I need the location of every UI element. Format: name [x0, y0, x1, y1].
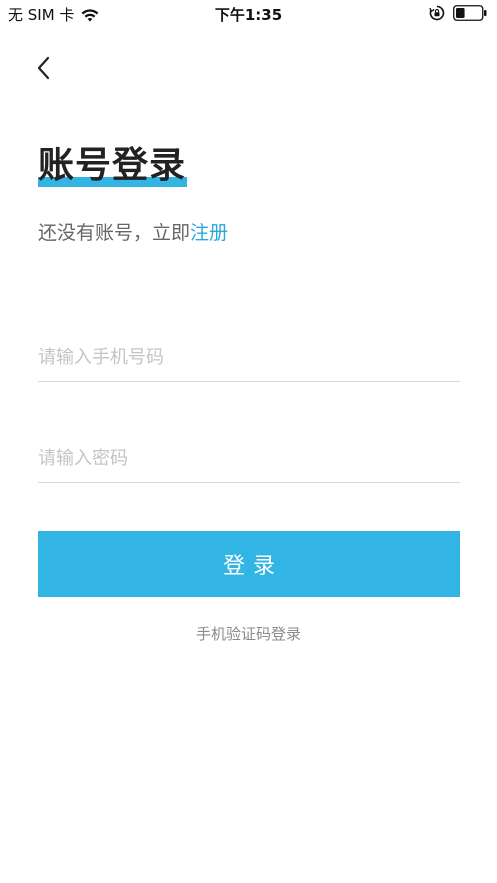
- phone-field: [38, 333, 460, 382]
- status-icons: [429, 5, 487, 21]
- status-bar: 无 SIM 卡 下午1:35: [0, 0, 497, 28]
- register-prompt-text: 还没有账号，立即: [38, 222, 191, 244]
- rotation-lock-icon: [429, 5, 445, 21]
- register-link[interactable]: 注册: [190, 222, 228, 244]
- login-button[interactable]: 登录: [38, 531, 460, 597]
- title-block: 账号登录: [38, 145, 187, 187]
- status-time: 下午1:35: [214, 6, 283, 24]
- password-input[interactable]: [38, 434, 460, 482]
- battery-icon: [453, 5, 487, 21]
- phone-input[interactable]: [38, 333, 460, 381]
- password-field: [38, 434, 460, 483]
- sms-login-link[interactable]: 手机验证码登录: [0, 623, 497, 644]
- back-button[interactable]: [28, 52, 60, 84]
- register-prompt: 还没有账号，立即注册: [38, 218, 228, 245]
- chevron-left-icon: [37, 56, 50, 80]
- page-title: 账号登录: [38, 145, 187, 186]
